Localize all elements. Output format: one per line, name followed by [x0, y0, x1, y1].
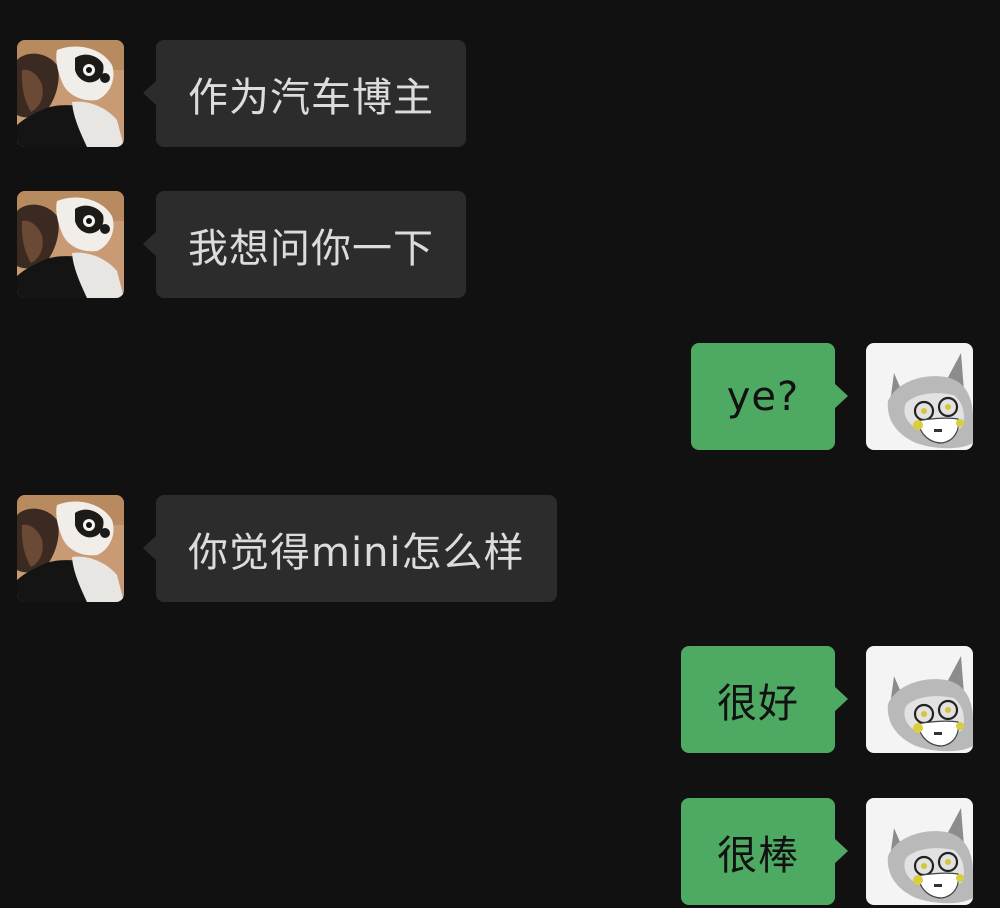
- cat-mask-avatar-icon[interactable]: [866, 343, 973, 450]
- message-row-incoming: 我想问你一下: [0, 191, 1000, 301]
- dog-avatar-icon[interactable]: [17, 191, 124, 298]
- message-bubble-outgoing[interactable]: 很棒: [681, 798, 848, 905]
- message-text: 很棒: [717, 832, 799, 879]
- cat-mask-avatar-icon[interactable]: [866, 646, 973, 753]
- message-row-outgoing: 很棒: [0, 798, 1000, 908]
- message-bubble-incoming[interactable]: 我想问你一下: [143, 191, 466, 298]
- message-row-outgoing: 很好: [0, 646, 1000, 756]
- message-bubble-outgoing[interactable]: ye?: [691, 343, 848, 450]
- dog-avatar-icon[interactable]: [17, 40, 124, 147]
- dog-avatar-icon[interactable]: [17, 495, 124, 602]
- message-bubble-incoming[interactable]: 作为汽车博主: [143, 40, 466, 147]
- message-row-incoming: 作为汽车博主: [0, 40, 1000, 150]
- cat-mask-avatar-icon[interactable]: [866, 798, 973, 905]
- message-text: 你觉得mini怎么样: [188, 529, 525, 576]
- chat-area: 作为汽车博主 我想问你一下 ye? 你觉得mini怎么样 很好 很棒: [0, 0, 1000, 905]
- message-row-incoming: 你觉得mini怎么样: [0, 495, 1000, 605]
- message-row-outgoing: ye?: [0, 343, 1000, 453]
- message-bubble-incoming[interactable]: 你觉得mini怎么样: [143, 495, 557, 602]
- message-text: ye?: [726, 373, 800, 420]
- message-text: 作为汽车博主: [188, 74, 434, 121]
- message-text: 我想问你一下: [188, 225, 434, 272]
- message-text: 很好: [717, 680, 799, 727]
- message-bubble-outgoing[interactable]: 很好: [681, 646, 848, 753]
